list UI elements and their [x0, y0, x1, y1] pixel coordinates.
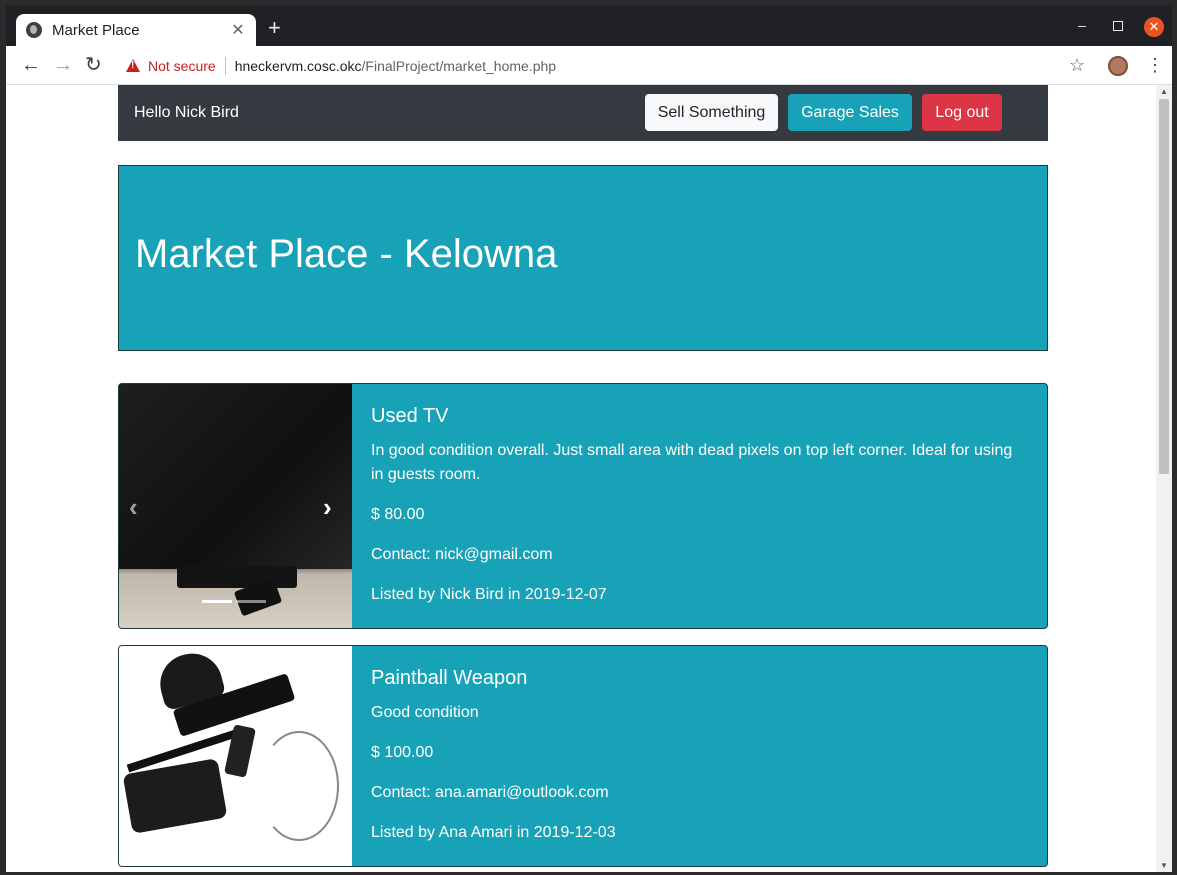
divider [224, 56, 226, 75]
jumbotron: Market Place - Kelowna [118, 165, 1048, 351]
maximize-icon[interactable] [1113, 21, 1123, 31]
scroll-thumb[interactable] [1159, 99, 1169, 474]
listing-title: Used TV [371, 405, 449, 427]
page-scrollbar[interactable]: ▲ ▼ [1156, 85, 1172, 872]
tab-market-place[interactable]: Market Place ✕ [16, 14, 256, 46]
listing-price: $ 100.00 [371, 744, 434, 761]
new-tab-icon[interactable]: + [268, 17, 281, 39]
minimize-icon[interactable]: – [1078, 17, 1086, 33]
forward-arrow-icon[interactable]: → [53, 55, 73, 75]
close-tab-icon[interactable]: ✕ [230, 20, 246, 40]
carousel-indicator[interactable] [202, 600, 232, 603]
tab-strip: Market Place ✕ + – ✕ [6, 5, 1172, 46]
url-path: /FinalProject/market_home.php [361, 57, 557, 74]
page-viewport: Hello Nick Bird Sell Something Garage Sa… [6, 85, 1172, 872]
listing-price: $ 80.00 [371, 506, 425, 523]
sell-something-button[interactable]: Sell Something [645, 94, 778, 131]
tab-title: Market Place [52, 21, 140, 39]
listing-card: ‹ › Used TV In good condition overall. J… [118, 383, 1048, 629]
listing-image-carousel[interactable]: ‹ › [119, 384, 352, 628]
page-title: Market Place - Kelowna [135, 232, 558, 276]
bookmark-star-icon[interactable]: ☆ [1069, 55, 1085, 76]
carousel-prev-icon[interactable]: ‹ [129, 492, 138, 523]
profile-avatar[interactable] [1108, 56, 1128, 76]
carousel-indicators [202, 600, 266, 603]
close-window-icon[interactable]: ✕ [1144, 17, 1164, 37]
carousel-next-icon[interactable]: › [323, 492, 332, 523]
tv-stand-image [177, 566, 297, 588]
security-label[interactable]: Not secure [148, 58, 216, 74]
listing-description: In good condition overall. Just small ar… [371, 442, 1013, 483]
greeting: Hello Nick Bird [134, 104, 239, 121]
site-navbar: Hello Nick Bird Sell Something Garage Sa… [118, 85, 1048, 141]
hose-image [259, 731, 339, 841]
listing-description: Good condition [371, 704, 479, 721]
bag-image [122, 758, 228, 834]
tv-screen-image [119, 384, 352, 569]
scroll-up-icon[interactable]: ▲ [1160, 87, 1168, 96]
listing-image [119, 646, 352, 866]
browser-window: Market Place ✕ + – ✕ ← → ↻ Not secure hn… [6, 5, 1172, 872]
carousel-indicator[interactable] [236, 600, 266, 603]
listing-card: Paintball Weapon Good condition $ 100.00… [118, 645, 1048, 867]
menu-dots-icon[interactable]: ⋮ [1146, 55, 1164, 76]
garage-sales-button[interactable]: Garage Sales [788, 94, 912, 131]
url-host: hneckervm.cosc.okc [234, 57, 362, 74]
listing-contact: Contact: ana.amari@outlook.com [371, 784, 609, 801]
listing-title: Paintball Weapon [371, 667, 528, 689]
listing-meta: Listed by Ana Amari in 2019-12-03 [371, 824, 616, 841]
scroll-down-icon[interactable]: ▼ [1160, 861, 1168, 870]
address-bar[interactable]: Not secure hneckervm.cosc.okc/FinalProje… [114, 51, 1094, 80]
log-out-button[interactable]: Log out [922, 94, 1002, 131]
warning-icon [126, 59, 140, 72]
listing-info: Used TV In good condition overall. Just … [371, 384, 1027, 623]
listing-meta: Listed by Nick Bird in 2019-12-07 [371, 586, 607, 603]
back-arrow-icon[interactable]: ← [21, 55, 41, 75]
listing-info: Paintball Weapon Good condition $ 100.00… [371, 646, 1027, 861]
globe-icon [26, 22, 42, 38]
browser-toolbar: ← → ↻ Not secure hneckervm.cosc.okc/Fina… [6, 46, 1172, 85]
reload-icon[interactable]: ↻ [85, 55, 102, 75]
listing-contact: Contact: nick@gmail.com [371, 546, 553, 563]
